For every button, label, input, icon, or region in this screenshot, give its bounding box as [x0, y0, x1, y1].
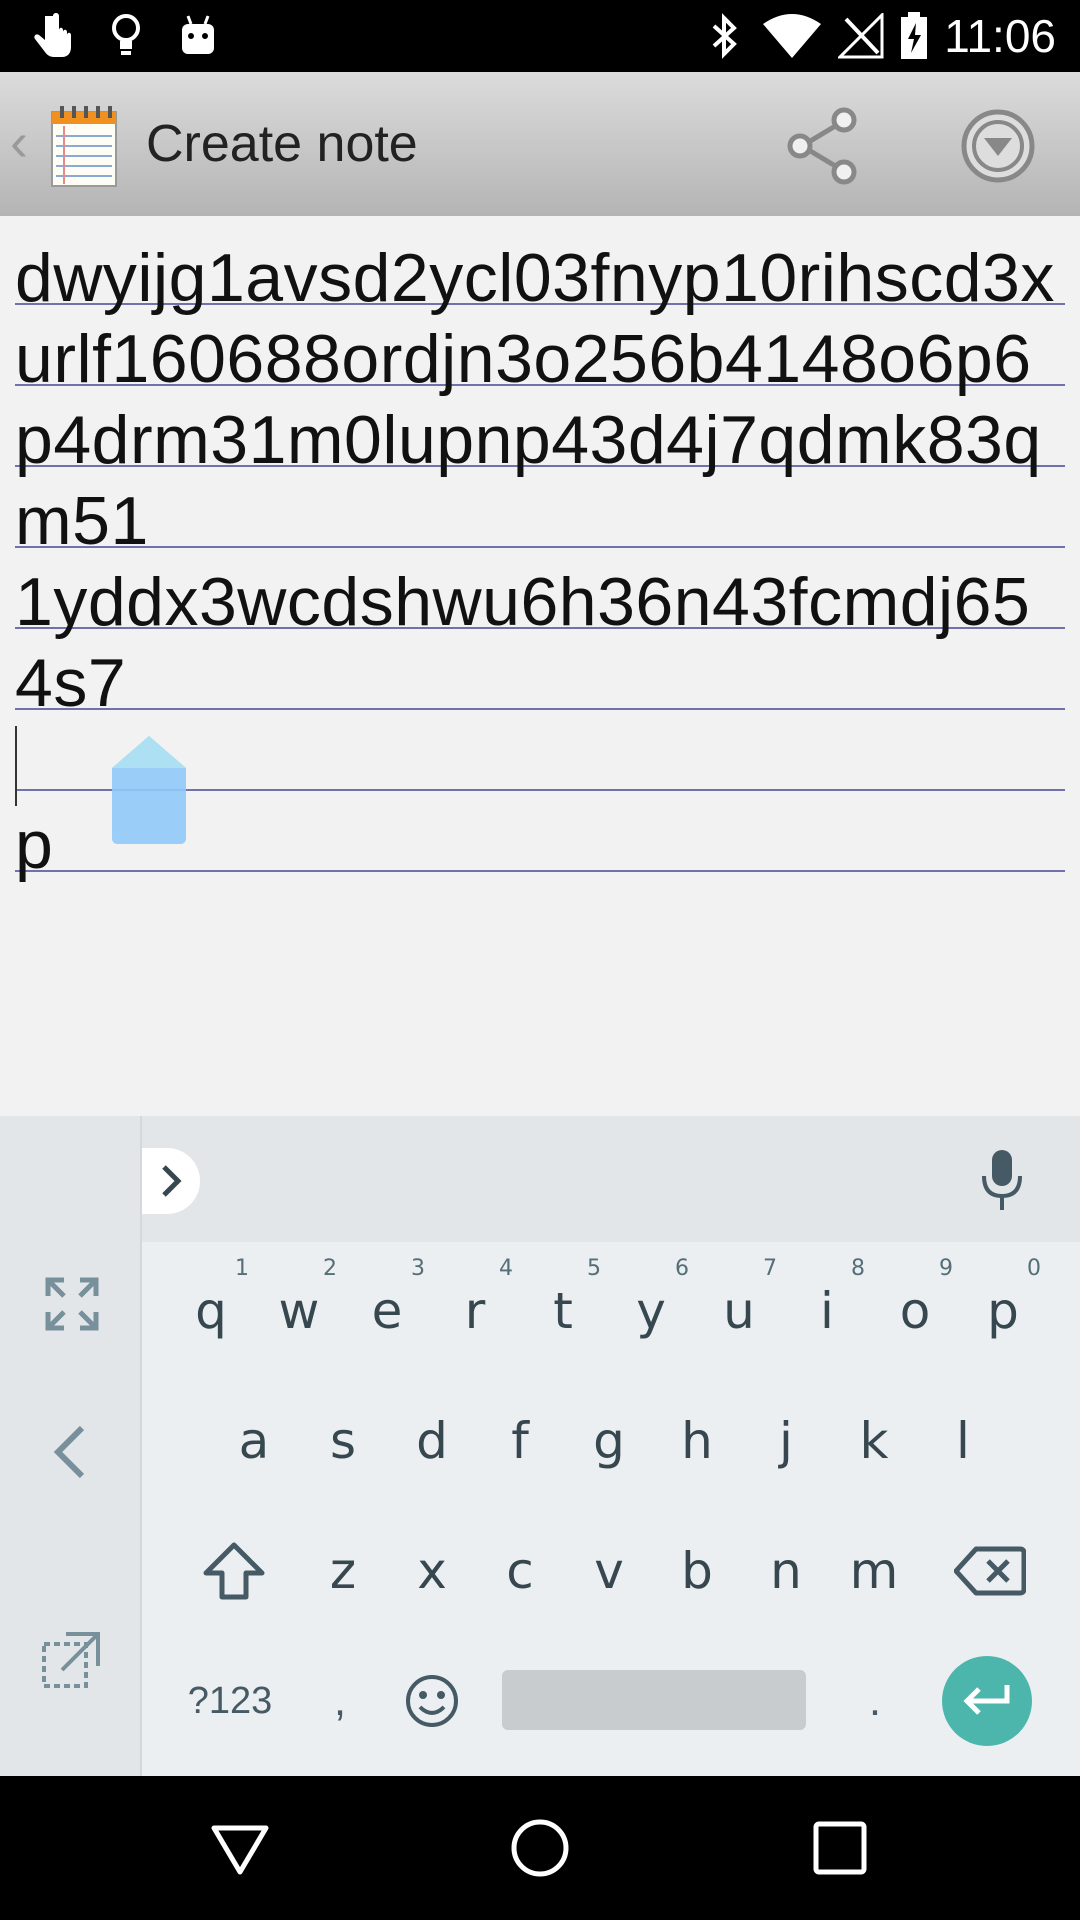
shift-icon — [203, 1542, 265, 1600]
lightbulb-icon — [106, 10, 146, 62]
key-label: e — [371, 1282, 403, 1340]
fullscreen-keyboard-button[interactable] — [36, 1268, 108, 1340]
key-hint: 2 — [323, 1256, 337, 1281]
key-m[interactable]: m — [830, 1516, 918, 1626]
key-x[interactable]: x — [388, 1516, 476, 1626]
recents-button[interactable] — [804, 1812, 876, 1884]
bluetooth-icon — [706, 10, 742, 62]
key-f[interactable]: f — [476, 1386, 564, 1496]
key-label: i — [820, 1282, 834, 1340]
key-u[interactable]: u7 — [695, 1256, 783, 1366]
key-d[interactable]: d — [388, 1386, 476, 1496]
key-a[interactable]: a — [210, 1386, 298, 1496]
key-label: q — [195, 1282, 227, 1340]
note-editor[interactable]: dwyijg1avsd2ycl03fnyp10rihscd3xurlf16068… — [0, 216, 1080, 1116]
backspace-icon — [954, 1546, 1026, 1596]
notepad-app-icon[interactable] — [48, 104, 120, 188]
key-hint: 5 — [587, 1256, 601, 1281]
key-label: y — [636, 1282, 666, 1340]
overflow-menu-button[interactable] — [956, 104, 1040, 188]
key-h[interactable]: h — [653, 1386, 741, 1496]
key-label: t — [553, 1282, 573, 1340]
keyboard-back-button[interactable] — [36, 1416, 108, 1488]
key-t[interactable]: t5 — [519, 1256, 607, 1366]
key-c[interactable]: c — [476, 1516, 564, 1626]
key-label: u — [723, 1282, 755, 1340]
key-j[interactable]: j — [742, 1386, 830, 1496]
key-v[interactable]: v — [565, 1516, 653, 1626]
key-hint: 1 — [235, 1256, 249, 1281]
share-icon — [787, 107, 857, 185]
android-icon — [176, 10, 220, 62]
chevron-left-icon — [53, 1425, 85, 1479]
battery-charging-icon — [896, 10, 932, 62]
key-hint: 6 — [675, 1256, 689, 1281]
text-cursor — [15, 726, 17, 806]
no-signal-icon — [836, 10, 886, 62]
key-e[interactable]: e3 — [343, 1256, 431, 1366]
back-chevron-icon[interactable]: ‹ — [10, 112, 28, 172]
recents-square-icon — [813, 1821, 867, 1875]
key-l[interactable]: l — [919, 1386, 1007, 1496]
key-k[interactable]: k — [830, 1386, 918, 1496]
key-z[interactable]: z — [299, 1516, 387, 1626]
backspace-key[interactable] — [940, 1516, 1040, 1626]
key-label: o — [899, 1282, 931, 1340]
space-key[interactable] — [502, 1670, 806, 1730]
soft-keyboard: q1 w2 e3 r4 t5 y6 u7 i8 o9 p0 a s d f g … — [0, 1116, 1080, 1776]
key-i[interactable]: i8 — [783, 1256, 871, 1366]
emoji-key[interactable] — [392, 1646, 472, 1756]
comma-key[interactable]: , — [300, 1646, 380, 1756]
key-b[interactable]: b — [653, 1516, 741, 1626]
key-q[interactable]: q1 — [167, 1256, 255, 1366]
wifi-icon — [760, 10, 824, 62]
key-hint: 0 — [1027, 1256, 1041, 1281]
key-label: w — [278, 1282, 320, 1340]
key-hint: 4 — [499, 1256, 513, 1281]
symbols-key[interactable]: ?123 — [170, 1646, 290, 1756]
back-button[interactable] — [204, 1812, 276, 1884]
key-label: p — [987, 1282, 1019, 1340]
key-hint: 3 — [411, 1256, 425, 1281]
cursor-handle[interactable] — [110, 734, 188, 846]
shift-key[interactable] — [190, 1516, 278, 1626]
key-n[interactable]: n — [742, 1516, 830, 1626]
key-s[interactable]: s — [299, 1386, 387, 1496]
enter-icon — [963, 1685, 1010, 1715]
suggestion-strip — [142, 1116, 1080, 1242]
action-bar: ‹ Create note — [0, 72, 1080, 216]
overflow-menu-icon — [961, 109, 1035, 183]
clock: 11:06 — [944, 10, 1056, 62]
emoji-icon — [406, 1675, 458, 1727]
voice-input-button[interactable] — [970, 1146, 1034, 1216]
expand-arrows-icon — [45, 1277, 99, 1331]
home-circle-icon — [511, 1819, 569, 1877]
share-button[interactable] — [780, 104, 864, 188]
navigation-bar — [0, 1776, 1080, 1920]
key-hint: 8 — [851, 1256, 865, 1281]
chevron-right-icon — [162, 1165, 182, 1197]
key-hint: 7 — [763, 1256, 777, 1281]
popout-icon — [42, 1632, 100, 1688]
enter-key[interactable] — [942, 1656, 1032, 1746]
key-g[interactable]: g — [565, 1386, 653, 1496]
page-title: Create note — [146, 115, 418, 173]
back-triangle-icon — [211, 1825, 269, 1875]
key-r[interactable]: r4 — [431, 1256, 519, 1366]
status-bar: 11:06 — [0, 0, 1080, 72]
key-hint: 9 — [939, 1256, 953, 1281]
key-label: r — [464, 1282, 486, 1340]
microphone-icon — [982, 1150, 1022, 1210]
key-y[interactable]: y6 — [607, 1256, 695, 1366]
period-key[interactable]: . — [835, 1646, 915, 1756]
home-button[interactable] — [504, 1812, 576, 1884]
key-w[interactable]: w2 — [255, 1256, 343, 1366]
key-o[interactable]: o9 — [871, 1256, 959, 1366]
touch-icon — [28, 10, 78, 62]
floating-keyboard-button[interactable] — [36, 1624, 108, 1696]
key-p[interactable]: p0 — [959, 1256, 1047, 1366]
